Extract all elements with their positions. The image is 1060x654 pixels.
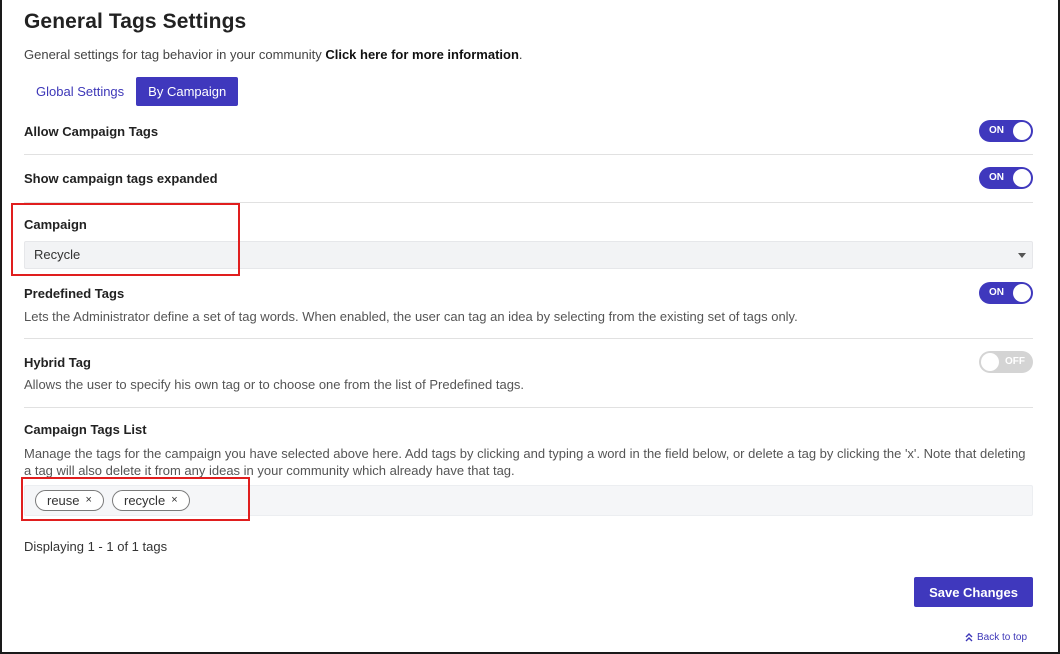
- caret-down-icon: [1018, 253, 1026, 258]
- tags-count-text: Displaying 1 - 1 of 1 tags: [24, 539, 168, 554]
- tag-chip-reuse: reuse ×: [35, 490, 104, 511]
- campaign-tags-list-description: Manage the tags for the campaign you hav…: [24, 446, 1026, 478]
- campaign-label: Campaign: [24, 217, 87, 232]
- toggle-state-label: ON: [989, 125, 1004, 136]
- predefined-tags-label: Predefined Tags: [24, 286, 125, 301]
- allow-campaign-tags-toggle[interactable]: ON: [979, 120, 1033, 142]
- campaign-select[interactable]: Recycle: [24, 241, 1033, 269]
- back-to-top-link[interactable]: Back to top: [965, 632, 1027, 643]
- predefined-tags-description: Lets the Administrator define a set of t…: [24, 309, 798, 324]
- tab-by-campaign[interactable]: By Campaign: [136, 77, 239, 106]
- tab-global-settings[interactable]: Global Settings: [24, 77, 136, 106]
- campaign-tags-list-label: Campaign Tags List: [24, 422, 147, 437]
- campaign-selected-value: Recycle: [34, 247, 81, 262]
- tag-label: recycle: [124, 493, 166, 508]
- remove-tag-icon[interactable]: ×: [171, 491, 177, 510]
- tag-chip-recycle: recycle ×: [112, 490, 190, 511]
- remove-tag-icon[interactable]: ×: [86, 491, 92, 510]
- show-expanded-label: Show campaign tags expanded: [24, 171, 218, 186]
- back-to-top-label: Back to top: [977, 632, 1028, 643]
- more-info-link[interactable]: Click here for more information: [325, 47, 519, 62]
- divider: [24, 154, 1033, 155]
- toggle-knob: [1013, 284, 1031, 302]
- hybrid-tag-toggle[interactable]: OFF: [979, 351, 1033, 373]
- toggle-state-label: OFF: [1005, 356, 1025, 367]
- toggle-state-label: ON: [989, 287, 1004, 298]
- predefined-tags-toggle[interactable]: ON: [979, 282, 1033, 304]
- divider: [24, 202, 1033, 203]
- settings-tabs: Global Settings By Campaign: [24, 77, 239, 106]
- page-subtitle: General settings for tag behavior in you…: [24, 47, 523, 62]
- tag-label: reuse: [47, 493, 80, 508]
- save-changes-button[interactable]: Save Changes: [914, 577, 1033, 607]
- subtitle-text: General settings for tag behavior in you…: [24, 47, 322, 62]
- hybrid-tag-description: Allows the user to specify his own tag o…: [24, 377, 525, 392]
- page-title: General Tags Settings: [24, 10, 247, 33]
- toggle-knob: [1013, 122, 1031, 140]
- toggle-state-label: ON: [989, 172, 1004, 183]
- toggle-knob: [981, 353, 999, 371]
- toggle-knob: [1013, 169, 1031, 187]
- hybrid-tag-label: Hybrid Tag: [24, 355, 91, 370]
- subtitle-suffix: .: [518, 47, 523, 62]
- show-expanded-toggle[interactable]: ON: [979, 167, 1033, 189]
- allow-campaign-tags-label: Allow Campaign Tags: [24, 124, 159, 139]
- divider: [24, 407, 1033, 408]
- double-chevron-up-icon: [965, 633, 973, 642]
- divider: [24, 338, 1033, 339]
- tags-input-field[interactable]: reuse × recycle ×: [24, 485, 1033, 516]
